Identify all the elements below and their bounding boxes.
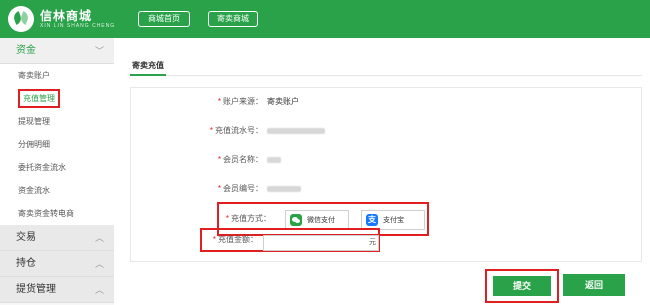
nav-mall-home-button[interactable]: 商城首页	[138, 11, 190, 27]
member-id-row: * 会员编号：	[131, 179, 643, 199]
chevron-up-icon: ︿	[94, 233, 104, 243]
field-label: 充值金额：	[218, 235, 258, 244]
top-header: 信林商城 XIN LIN SHANG CHENG 商城首页 寄卖商城	[0, 0, 650, 38]
sidebar-item-fund-flow[interactable]: 资金流水	[0, 179, 114, 202]
wechat-icon	[290, 214, 302, 226]
wechat-pay-button[interactable]: 微信支付	[285, 210, 349, 230]
sidebar-item-consign-account[interactable]: 寄卖账户	[0, 64, 114, 87]
member-name-row: * 会员名称：	[131, 150, 643, 170]
tab-bar: 寄卖充值	[130, 56, 642, 76]
sidebar-group-trade[interactable]: 交易 ︿	[0, 225, 114, 251]
field-label: 会员编号：	[223, 184, 263, 193]
required-mark: *	[209, 126, 213, 135]
required-mark: *	[217, 97, 221, 106]
sidebar-item-entrusted-fund-flow[interactable]: 委托资金流水	[0, 156, 114, 179]
alipay-icon: 支	[366, 214, 378, 226]
field-label: 账户来源：	[223, 97, 263, 106]
sidebar: 资金 ﹀ 寄卖账户 充值管理 提现管理 分佣明细 委托资金流水 资金流水 寄卖资…	[0, 38, 114, 305]
sidebar-item-consign-to-ecommerce[interactable]: 寄卖资金转电商	[0, 202, 114, 225]
pay-option-label: 微信支付	[307, 217, 335, 224]
tab-consign-recharge[interactable]: 寄卖充值	[130, 56, 166, 76]
sidebar-item-recharge-management[interactable]: 充值管理	[0, 87, 114, 110]
alipay-button[interactable]: 支 支付宝	[361, 210, 425, 230]
sidebar-group-label: 持仓	[16, 258, 36, 269]
logo-leaf-icon	[8, 6, 34, 32]
required-mark: *	[217, 184, 221, 193]
logo-title: 信林商城	[40, 8, 93, 23]
sidebar-funds-list: 寄卖账户 充值管理 提现管理 分佣明细 委托资金流水 资金流水 寄卖资金转电商	[0, 64, 114, 225]
required-mark: *	[212, 235, 216, 244]
serial-no-row: * 充值流水号：	[131, 121, 643, 141]
sidebar-group-pickup[interactable]: 提货管理 ︿	[0, 277, 114, 303]
field-label: 充值方式：	[231, 214, 271, 223]
sidebar-item-commission-detail[interactable]: 分佣明细	[0, 133, 114, 156]
required-mark: *	[225, 214, 229, 223]
back-button[interactable]: 返回	[563, 274, 625, 296]
serial-no-value-redacted	[267, 121, 325, 142]
member-name-value-redacted	[267, 150, 281, 171]
amount-unit: 元	[369, 239, 376, 246]
field-label: 充值流水号：	[215, 126, 263, 135]
chevron-up-icon: ︿	[94, 259, 104, 269]
sidebar-group-label: 提货管理	[16, 284, 56, 295]
logo-subtitle: XIN LIN SHANG CHENG	[40, 22, 116, 29]
main-content: 寄卖充值 * 账户来源： 寄卖账户 * 充值流水号： * 会员名称： * 会员编号： *…	[114, 38, 650, 305]
sidebar-group-holdings[interactable]: 持仓 ︿	[0, 251, 114, 277]
chevron-up-icon: ︿	[94, 285, 104, 295]
nav-consignment-mall-button[interactable]: 寄卖商城	[208, 11, 258, 27]
logo[interactable]: 信林商城 XIN LIN SHANG CHENG	[8, 5, 115, 33]
pay-option-label: 支付宝	[383, 217, 404, 224]
account-source-value: 寄卖账户	[267, 97, 299, 106]
sidebar-group-label: 资金	[16, 45, 36, 56]
field-label: 会员名称：	[223, 155, 263, 164]
sidebar-group-label: 交易	[16, 232, 36, 243]
submit-highlight: 提交	[485, 269, 559, 303]
submit-button[interactable]: 提交	[493, 276, 551, 296]
sidebar-group-funds[interactable]: 资金 ﹀	[0, 38, 114, 64]
required-mark: *	[217, 155, 221, 164]
amount-input[interactable]	[263, 235, 379, 251]
chevron-down-icon: ﹀	[94, 46, 104, 56]
account-source-row: * 账户来源： 寄卖账户	[131, 92, 643, 112]
member-id-value-redacted	[267, 179, 301, 200]
sidebar-item-withdraw-management[interactable]: 提现管理	[0, 110, 114, 133]
